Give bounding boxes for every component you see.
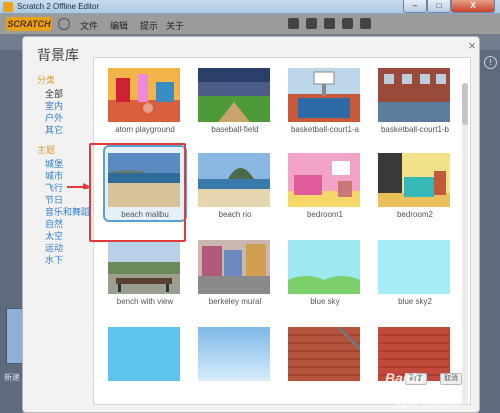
category-header: 分类 (37, 75, 56, 85)
backdrop-label: berkeley mural (208, 297, 262, 306)
backdrop-label: atom playground (115, 125, 175, 134)
editor-right-panel (479, 50, 500, 413)
backdrop-tile[interactable]: berkeley mural (192, 230, 274, 308)
backdrop-tile[interactable] (102, 317, 184, 395)
backdrop-tile[interactable]: blue sky (282, 230, 364, 308)
stamp-icon[interactable] (288, 18, 299, 29)
menu-edit[interactable]: 编辑 (110, 19, 128, 32)
maximize-button[interactable]: □ (427, 0, 451, 13)
minimize-button[interactable]: – (403, 0, 427, 13)
backdrop-tile[interactable]: blue sky2 (372, 230, 454, 308)
new-backdrop-label: 新建 (4, 373, 20, 382)
dialog-title: 背景库 (37, 47, 79, 63)
backdrop-label: beach rio (218, 210, 252, 219)
scrollbar-thumb[interactable] (462, 83, 468, 125)
close-window-button[interactable]: X (451, 0, 495, 13)
sky-hills-thumbnail (288, 240, 360, 294)
backdrop-tile[interactable]: atom playground (102, 58, 184, 136)
bench-thumbnail (108, 240, 180, 294)
brick-wall-thumbnail (288, 327, 360, 381)
backdrop-label: beach malibu (121, 210, 169, 219)
window-title: Scratch 2 Offline Editor (17, 2, 100, 11)
backdrop-tile-selected[interactable]: beach malibu (102, 143, 187, 222)
backdrop-tile[interactable]: basketball-court1-a (282, 58, 364, 136)
mural-thumbnail (198, 240, 270, 294)
playground-thumbnail (108, 68, 180, 122)
help-icon[interactable]: ! (484, 56, 497, 69)
theme-underwater[interactable]: 水下 (45, 253, 63, 266)
title-bar: Scratch 2 Offline Editor – □ X (0, 0, 500, 14)
bedroom-teal-thumbnail (378, 153, 450, 207)
sky-light-thumbnail (198, 327, 270, 381)
scratch-logo[interactable]: SCRATCH (6, 17, 52, 31)
watermark-logo: Baidu (385, 370, 424, 386)
backdrop-tile[interactable] (282, 317, 364, 395)
language-globe-icon[interactable] (58, 18, 70, 30)
beach-thumbnail (108, 153, 180, 207)
backdrop-tile[interactable]: basketball-court1-b (372, 58, 454, 136)
stadium-thumbnail (198, 68, 270, 122)
backdrop-label: bench with view (116, 297, 174, 306)
backdrop-tile[interactable]: baseball-field (192, 58, 274, 136)
backdrop-tile[interactable]: bedroom2 (372, 143, 454, 221)
backdrop-label: baseball-field (211, 125, 259, 134)
menu-file[interactable]: 文件 (80, 19, 98, 32)
shrink-icon[interactable] (342, 18, 353, 29)
backdrop-library-dialog: 背景库 × 分类 全部 室内 户外 其它 主题 城堡 城市 飞行 节日 音乐和舞… (22, 36, 480, 413)
grid-scrollbar[interactable] (462, 83, 468, 404)
category-other[interactable]: 其它 (45, 123, 63, 136)
menu-tips[interactable]: 提示 (140, 19, 158, 32)
backdrop-label: blue sky2 (398, 297, 432, 306)
bedroom-pink-thumbnail (288, 153, 360, 207)
cut-icon[interactable] (306, 18, 317, 29)
sky-thumbnail (378, 240, 450, 294)
menu-about[interactable]: 关于 (166, 19, 184, 32)
menu-bar: SCRATCH 文件 编辑 提示 关于 (0, 14, 500, 34)
app-icon (3, 2, 13, 12)
backdrop-tile[interactable]: bedroom1 (282, 143, 364, 221)
sky-blue-thumbnail (108, 327, 180, 381)
close-icon[interactable]: × (466, 39, 478, 52)
pointer-arrow-icon (67, 183, 91, 189)
cancel-button[interactable]: 取消 (440, 373, 462, 385)
backdrop-tile[interactable] (192, 317, 274, 395)
grow-icon[interactable] (324, 18, 335, 29)
backdrop-label: bedroom2 (396, 210, 434, 219)
backdrop-tile[interactable]: beach rio (192, 143, 274, 221)
court-brick-thumbnail (378, 68, 450, 122)
backdrop-label: bedroom1 (306, 210, 344, 219)
rio-thumbnail (198, 153, 270, 207)
watermark-url: jingyan.baidu.com (395, 399, 460, 408)
backdrop-label: basketball-court1-b (380, 125, 450, 134)
court-thumbnail (288, 68, 360, 122)
backdrop-label: blue sky (310, 297, 340, 306)
theme-header: 主题 (37, 145, 56, 155)
backdrop-label: basketball-court1-a (290, 125, 360, 134)
help-icon[interactable] (360, 18, 371, 29)
